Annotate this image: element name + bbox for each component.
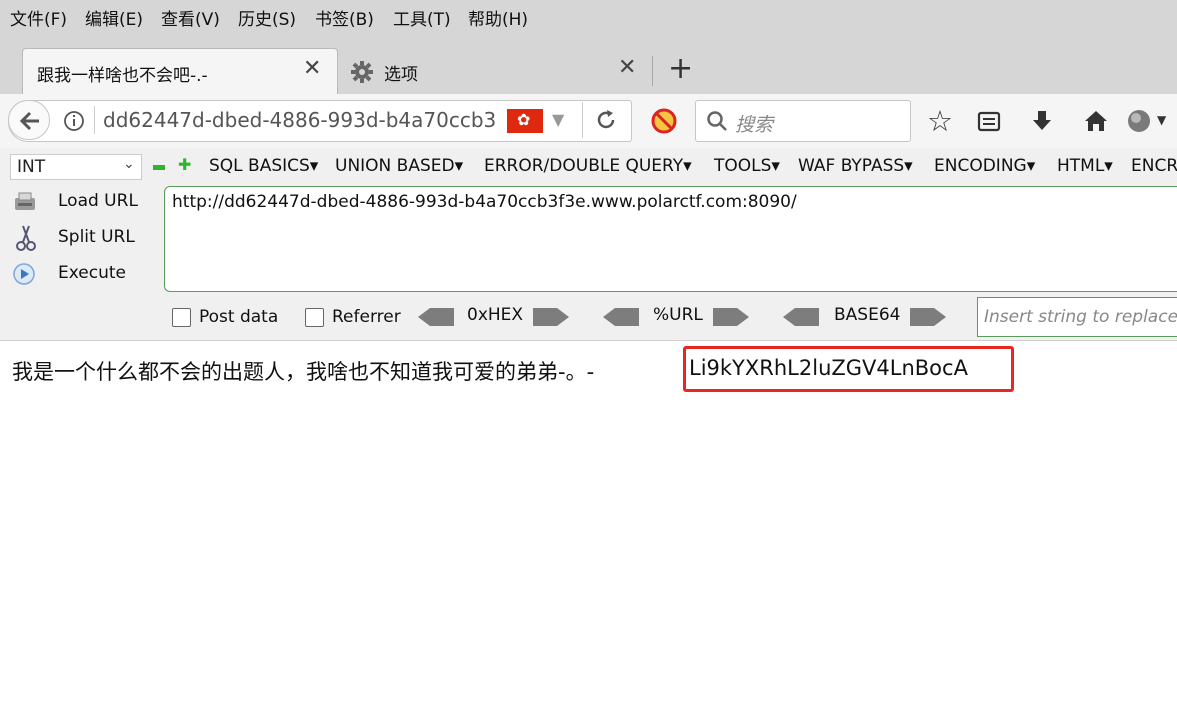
menu-html[interactable]: HTML▾ <box>1057 156 1113 176</box>
post-data-checkbox[interactable] <box>172 308 191 327</box>
play-icon <box>13 263 35 285</box>
hackbar-url-value[interactable]: http://dd62447d-dbed-4886-993d-b4a70ccb3… <box>172 192 797 212</box>
noscript-icon[interactable] <box>650 107 678 135</box>
search-icon <box>707 111 727 131</box>
tab-active[interactable]: 跟我一样啥也不会吧-.- ✕ <box>22 48 338 95</box>
chevron-down-icon[interactable]: ▼ <box>1157 113 1166 127</box>
int-select-value: INT <box>17 157 46 177</box>
menu-tools[interactable]: TOOLS▾ <box>714 156 780 176</box>
encoded-string: Li9kYXRhL2luZGV4LnBocA <box>689 356 968 380</box>
execute-label: Execute <box>58 263 126 283</box>
star-icon[interactable]: ☆ <box>927 104 953 138</box>
tab-close-icon[interactable]: ✕ <box>303 57 321 81</box>
tab-options[interactable]: 选项 ✕ <box>338 48 652 94</box>
menu-encryption[interactable]: ENCR <box>1131 156 1177 176</box>
menu-bookmarks[interactable]: 书签(B) <box>315 5 374 30</box>
url-decode-arrow-icon[interactable] <box>603 306 639 328</box>
post-data-label[interactable]: Post data <box>199 307 278 327</box>
search-placeholder[interactable]: 搜索 <box>735 110 773 137</box>
minus-icon[interactable] <box>153 165 165 170</box>
menu-encoding[interactable]: ENCODING▾ <box>934 156 1035 176</box>
base64-decode-arrow-icon[interactable] <box>783 306 819 328</box>
load-url-label: Load URL <box>58 191 138 211</box>
load-url-icon <box>15 192 35 210</box>
split-url-label: Split URL <box>58 227 135 247</box>
referrer-label[interactable]: Referrer <box>332 307 401 327</box>
replace-string-input[interactable]: Insert string to replace <box>977 297 1177 337</box>
plus-icon[interactable]: ✚ <box>178 155 191 174</box>
info-icon[interactable] <box>63 110 85 132</box>
chevron-down-icon: ⌄ <box>123 156 135 172</box>
tab-close-icon[interactable]: ✕ <box>618 56 636 80</box>
base64-encode-arrow-icon[interactable] <box>910 306 946 328</box>
back-arrow-icon <box>19 111 39 131</box>
menu-union-based[interactable]: UNION BASED▾ <box>335 156 463 176</box>
url-divider <box>582 102 583 138</box>
menu-edit[interactable]: 编辑(E) <box>85 5 143 30</box>
dropdown-icon[interactable]: ▼ <box>552 110 564 129</box>
reload-icon[interactable] <box>594 108 618 132</box>
gear-icon <box>351 61 373 83</box>
tab-title: 选项 <box>384 65 418 85</box>
profile-globe-icon[interactable] <box>1126 108 1154 136</box>
hex-decode-arrow-icon[interactable] <box>418 306 454 328</box>
menu-view[interactable]: 查看(V) <box>161 5 220 30</box>
menu-history[interactable]: 历史(S) <box>238 5 296 30</box>
scissors-icon <box>16 225 36 251</box>
url-divider <box>94 106 95 134</box>
url-encode-label: %URL <box>653 305 703 325</box>
split-url-button[interactable]: Split URL <box>10 224 150 252</box>
new-tab-icon[interactable]: + <box>668 52 693 86</box>
base64-label: BASE64 <box>834 305 901 325</box>
hex-encode-arrow-icon[interactable] <box>533 306 569 328</box>
url-encode-arrow-icon[interactable] <box>713 306 749 328</box>
reading-list-icon[interactable] <box>977 109 1001 133</box>
flower-icon: ✿ <box>517 110 531 129</box>
menu-waf-bypass[interactable]: WAF BYPASS▾ <box>798 156 913 176</box>
hk-flag-icon: ✿ <box>507 109 543 133</box>
int-select[interactable]: INT ⌄ <box>10 154 142 180</box>
menu-error-double-query[interactable]: ERROR/DOUBLE QUERY▾ <box>484 156 692 176</box>
menu-sql-basics[interactable]: SQL BASICS▾ <box>209 156 318 176</box>
hex-label: 0xHEX <box>467 305 524 325</box>
page-message: 我是一个什么都不会的出题人，我啥也不知道我可爱的弟弟-。- <box>12 360 595 384</box>
home-icon[interactable] <box>1083 108 1109 134</box>
menu-tools[interactable]: 工具(T) <box>393 5 451 30</box>
menu-help[interactable]: 帮助(H) <box>468 5 528 30</box>
download-icon[interactable] <box>1030 109 1054 133</box>
referrer-checkbox[interactable] <box>305 308 324 327</box>
tab-divider <box>652 56 653 86</box>
back-button[interactable] <box>8 100 50 140</box>
menu-file[interactable]: 文件(F) <box>10 5 67 30</box>
load-url-button[interactable]: Load URL <box>10 188 150 216</box>
menu-bar: 文件(F) 编辑(E) 查看(V) 历史(S) 书签(B) 工具(T) 帮助(H… <box>0 0 1177 34</box>
tab-title: 跟我一样啥也不会吧-.- <box>37 66 208 86</box>
execute-button[interactable]: Execute <box>10 260 150 288</box>
url-text[interactable]: dd62447d-dbed-4886-993d-b4a70ccb3 <box>103 108 499 132</box>
